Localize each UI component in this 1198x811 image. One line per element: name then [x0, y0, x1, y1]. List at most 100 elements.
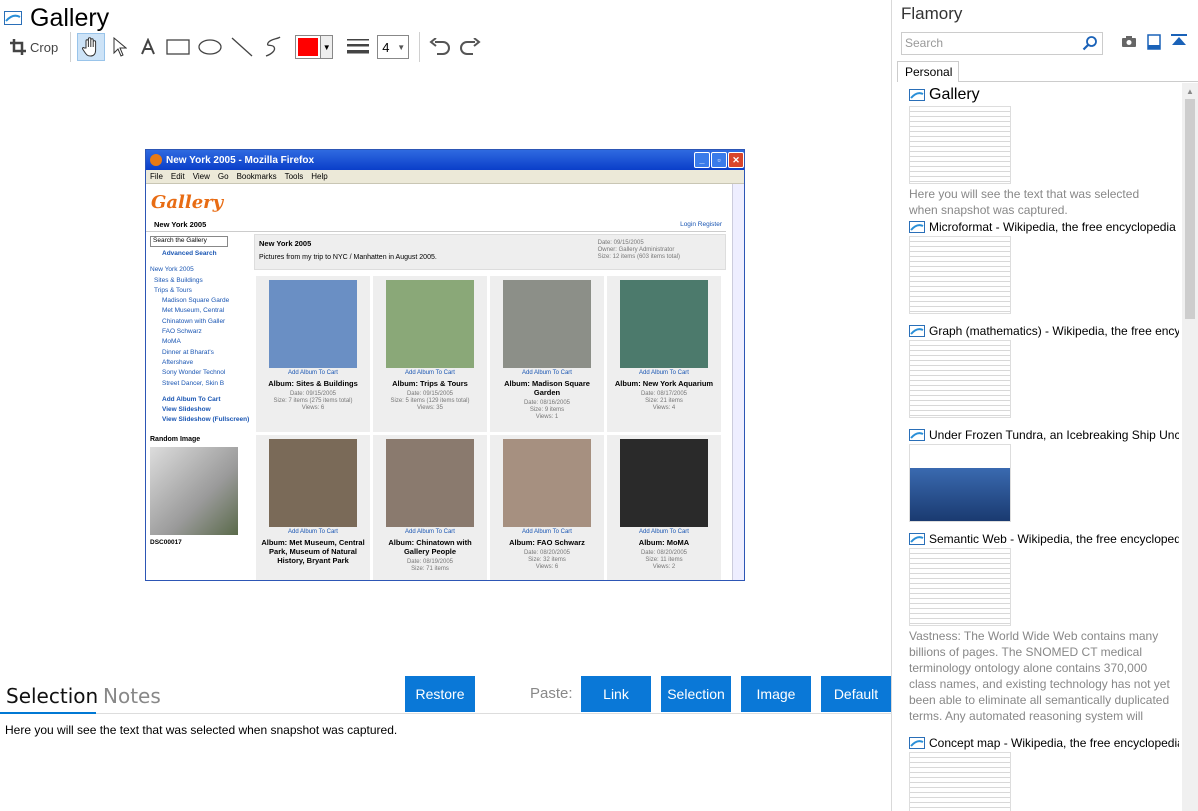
album-caption: Album: MoMA: [638, 538, 690, 547]
page-icon: [909, 325, 925, 337]
page-button[interactable]: [1147, 34, 1161, 55]
firefox-icon: [150, 154, 162, 166]
sidebar-actions: [1121, 34, 1197, 55]
chevron-down-icon: ▼: [320, 36, 333, 58]
snapshot-item[interactable]: Graph (mathematics) - Wikipedia, the fre…: [909, 324, 1179, 418]
restore-button[interactable]: Restore: [405, 676, 475, 712]
album-caption: Album: Trips & Tours: [392, 379, 468, 388]
redo-button[interactable]: [456, 33, 484, 61]
paste-default-button[interactable]: Default: [821, 676, 891, 712]
collapse-button[interactable]: [1171, 34, 1187, 55]
page-icon: [4, 11, 22, 25]
album-grid: Add Album To Cart Album: Sites & Building…: [256, 276, 726, 580]
album-meta: Date: 08/20/2005 Size: 32 items Views: 6: [524, 550, 570, 571]
album-meta: Date: 09/15/2005 Owner: Gallery Administ…: [598, 240, 680, 261]
gallery-sidebar: Search the Gallery Advanced Search New Y…: [150, 234, 250, 546]
line-width-value: 4: [382, 39, 390, 55]
paste-label: Paste:: [530, 685, 573, 702]
album-caption: Album: FAO Schwarz: [509, 538, 585, 547]
album-card: Add Album To Cart Album: New York Aquariu…: [607, 276, 721, 432]
album-meta-line: Date: 08/20/2005: [523, 550, 571, 556]
album-meta-line: Size: 21 items: [645, 398, 683, 404]
snapshot-item[interactable]: Microformat - Wikipedia, the free encycl…: [909, 220, 1179, 314]
tab-personal[interactable]: Personal: [897, 61, 959, 82]
snapshot-item-description: Here you will see the text that was sele…: [909, 187, 1140, 217]
add-to-cart-link: Add Album To Cart: [405, 370, 455, 376]
crop-label: Crop: [30, 39, 59, 55]
camera-button[interactable]: [1121, 34, 1137, 55]
snapshot-item[interactable]: Gallery Here you will see the text that w…: [909, 86, 1179, 218]
album-thumbnail: [503, 439, 591, 527]
paste-link-button[interactable]: Link: [581, 676, 651, 712]
line-width-select[interactable]: 4 ▼: [377, 35, 410, 59]
snapshot-thumbnail: [909, 236, 1011, 314]
snapshot-item[interactable]: Under Frozen Tundra, an Icebreaking Ship…: [909, 428, 1179, 522]
hand-tool-button[interactable]: [77, 33, 106, 61]
album-meta-line: Size: 11 items: [645, 557, 683, 563]
flamory-sidebar: Flamory Search Personal Gallery Here you …: [893, 0, 1198, 811]
add-to-cart-link: Add Album To Cart: [639, 370, 689, 376]
snapshot-image[interactable]: New York 2005 - Mozilla Firefox _ ▫ ✕ Fi…: [145, 149, 745, 581]
tab-selection[interactable]: Selection: [6, 684, 98, 708]
snapshot-item-header: Concept map - Wikipedia, the free encycl…: [909, 736, 1179, 750]
snapshot-item-description: Vastness: The World Wide Web contains ma…: [909, 629, 1170, 723]
album-card: Add Album To Cart Album: FAO Schwarz Date:…: [490, 435, 604, 580]
album-meta-line: Date: 08/16/2005: [523, 400, 571, 406]
minimize-icon: _: [694, 152, 710, 168]
random-image: [150, 446, 238, 535]
tab-divider: [959, 81, 1198, 82]
album-meta-line: Date: 08/20/2005: [640, 550, 688, 556]
side-link: Street Dancer, Skin B: [162, 379, 225, 387]
side-link: Aftershave: [162, 358, 194, 366]
album-meta-line: Date: 09/15/2005: [597, 240, 644, 246]
gallery-logo: Gallery: [151, 192, 224, 213]
maximize-icon: ▫: [711, 152, 727, 168]
color-picker[interactable]: ▼: [295, 35, 334, 59]
snapshot-item[interactable]: Semantic Web - Wikipedia, the free encyc…: [909, 532, 1179, 724]
ellipse-tool-button[interactable]: [195, 33, 225, 61]
text-icon: [141, 38, 156, 55]
album-meta: Date: 08/19/2005 Size: 71 items: [407, 559, 453, 573]
gallery-page: Gallery New York 2005 Login Register Sea…: [146, 184, 744, 580]
sidebar-scrollbar[interactable]: ▲: [1182, 83, 1198, 811]
scroll-up-icon[interactable]: ▲: [1186, 87, 1194, 96]
album-thumbnail: [269, 439, 357, 527]
pointer-tool-button[interactable]: [107, 33, 133, 61]
crop-button[interactable]: Crop: [6, 33, 62, 61]
tab-notes[interactable]: Notes: [103, 684, 161, 708]
scrollbar-thumb[interactable]: [1185, 99, 1195, 319]
freehand-icon: [265, 36, 281, 57]
breadcrumb: New York 2005: [146, 220, 726, 232]
advanced-search-link: Advanced Search: [162, 250, 217, 257]
title-row: Gallery: [4, 4, 109, 32]
search-input[interactable]: Search: [901, 32, 1103, 55]
side-link: Sites & Buildings: [154, 276, 203, 284]
side-link: Met Museum, Central: [162, 307, 225, 315]
snapshot-item[interactable]: Concept map - Wikipedia, the free encycl…: [909, 736, 1179, 811]
paste-selection-button[interactable]: Selection: [661, 676, 731, 712]
line-tool-button[interactable]: [227, 33, 257, 61]
snapshot-item-header: Gallery: [909, 86, 1179, 104]
gallery-main: New York 2005 Pictures from my trip to N…: [254, 234, 726, 580]
undo-icon: [429, 38, 451, 55]
snapshot-item-title: Semantic Web - Wikipedia, the free encyc…: [929, 532, 1179, 546]
login-links: Login Register: [680, 221, 722, 228]
album-meta-line: Views: 2: [652, 564, 676, 570]
freehand-tool-button[interactable]: [259, 33, 287, 61]
album-card: Add Album To Cart Album: Trips & Tours Dat…: [373, 276, 487, 432]
line-width-button[interactable]: [345, 33, 371, 61]
search-icon[interactable]: [1082, 35, 1098, 51]
paste-image-button[interactable]: Image: [741, 676, 811, 712]
menu-item: Help: [311, 172, 328, 181]
text-tool-button[interactable]: [135, 33, 161, 61]
page-icon: [909, 221, 925, 233]
rectangle-tool-button[interactable]: [163, 33, 193, 61]
redo-icon: [460, 38, 481, 55]
hand-icon: [82, 37, 97, 57]
side-link: Sony Wonder Technol: [162, 369, 226, 377]
side-action: View Slideshow (Fullscreen): [162, 416, 250, 424]
album-caption: Album: New York Aquarium: [614, 379, 714, 388]
snapshot-item-header: Graph (mathematics) - Wikipedia, the fre…: [909, 324, 1179, 338]
undo-button[interactable]: [426, 33, 454, 61]
album-meta-line: Date: 08/17/2005: [640, 391, 688, 397]
